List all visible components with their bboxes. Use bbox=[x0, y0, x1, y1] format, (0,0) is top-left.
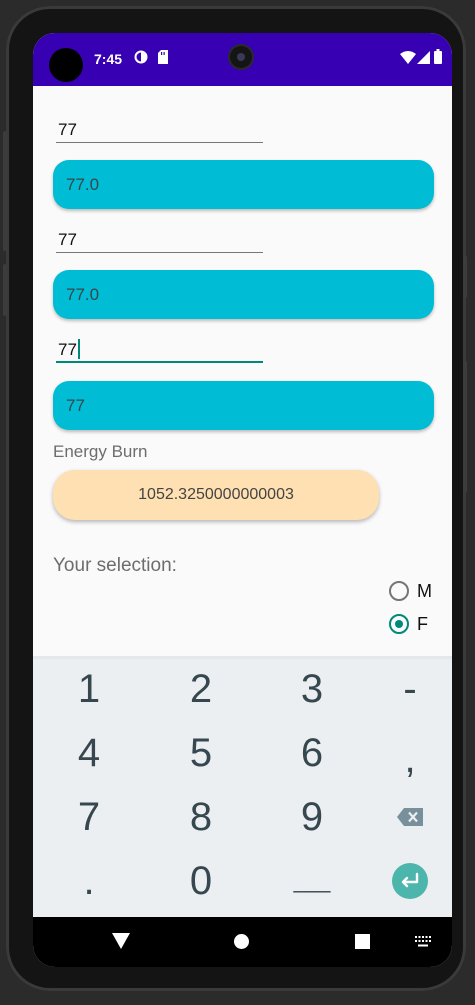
result-pill-3-text: 77 bbox=[66, 396, 85, 415]
energy-burn-result-button[interactable]: 1052.3250000000003 bbox=[53, 470, 379, 520]
energy-burn-label: Energy Burn bbox=[53, 442, 148, 461]
signal-icon bbox=[417, 51, 430, 64]
key-2[interactable]: 2 bbox=[161, 659, 241, 719]
radio-button-m[interactable] bbox=[389, 581, 409, 601]
radio-option-m[interactable]: M bbox=[389, 578, 432, 604]
result-pill-1[interactable]: 77.0 bbox=[53, 160, 434, 209]
side-button bbox=[3, 131, 7, 251]
energy-burn-value: 1052.3250000000003 bbox=[138, 486, 294, 503]
key-backspace[interactable] bbox=[370, 787, 450, 847]
key-6[interactable]: 6 bbox=[272, 723, 352, 783]
input-field-3-value: 77 bbox=[58, 340, 77, 359]
result-pill-2-text: 77.0 bbox=[66, 285, 100, 304]
key-9[interactable]: 9 bbox=[272, 787, 352, 847]
key-1[interactable]: 1 bbox=[49, 659, 129, 719]
result-pill-2[interactable]: 77.0 bbox=[53, 270, 434, 319]
data-saver-icon bbox=[134, 50, 148, 64]
camera-cutout bbox=[49, 48, 83, 82]
key-comma[interactable]: , bbox=[370, 729, 450, 789]
input-field-1[interactable]: 77 bbox=[56, 117, 263, 143]
numeric-keyboard: 1 2 3 - 4 5 6 , 7 8 9 . 0 ___ bbox=[33, 656, 452, 920]
text-cursor bbox=[77, 339, 80, 359]
device-screen: 7:45 77 77.0 77 77.0 77 77 Energy Burn 1… bbox=[33, 33, 452, 967]
backspace-icon bbox=[397, 808, 423, 826]
key-0[interactable]: 0 bbox=[161, 851, 241, 911]
key-3[interactable]: 3 bbox=[272, 659, 352, 719]
key-space[interactable]: ___ bbox=[272, 851, 352, 911]
keyboard-switch-icon[interactable] bbox=[415, 936, 431, 947]
key-minus[interactable]: - bbox=[370, 659, 450, 719]
result-pill-1-text: 77.0 bbox=[66, 175, 100, 194]
key-period[interactable]: . bbox=[49, 851, 129, 911]
key-8[interactable]: 8 bbox=[161, 787, 241, 847]
input-field-1-value: 77 bbox=[58, 120, 77, 139]
battery-icon bbox=[434, 49, 442, 64]
radio-option-f[interactable]: F bbox=[389, 611, 428, 637]
side-button bbox=[463, 361, 467, 493]
phone-frame: 7:45 77 77.0 77 77.0 77 77 Energy Burn 1… bbox=[3, 6, 467, 991]
enter-icon bbox=[392, 863, 428, 899]
key-4[interactable]: 4 bbox=[49, 723, 129, 783]
result-pill-3[interactable]: 77 bbox=[53, 381, 434, 430]
key-enter[interactable] bbox=[370, 851, 450, 911]
side-button bbox=[463, 256, 467, 298]
key-5[interactable]: 5 bbox=[161, 723, 241, 783]
input-field-3[interactable]: 77 bbox=[56, 337, 263, 363]
input-field-2-value: 77 bbox=[58, 230, 77, 249]
radio-label-m: M bbox=[417, 580, 432, 601]
status-time: 7:45 bbox=[94, 51, 123, 67]
radio-button-f[interactable] bbox=[389, 614, 409, 634]
navigation-bar bbox=[33, 917, 452, 967]
back-icon[interactable] bbox=[112, 933, 130, 949]
sd-card-icon bbox=[158, 50, 168, 64]
front-camera bbox=[230, 46, 252, 68]
input-field-2[interactable]: 77 bbox=[56, 227, 263, 253]
home-icon[interactable] bbox=[234, 934, 249, 949]
wifi-icon bbox=[400, 51, 416, 64]
side-button bbox=[3, 264, 7, 316]
recents-icon[interactable] bbox=[355, 934, 370, 949]
key-7[interactable]: 7 bbox=[49, 787, 129, 847]
radio-label-f: F bbox=[417, 613, 428, 634]
selection-label: Your selection: bbox=[53, 555, 177, 576]
status-bar: 7:45 bbox=[33, 33, 452, 86]
